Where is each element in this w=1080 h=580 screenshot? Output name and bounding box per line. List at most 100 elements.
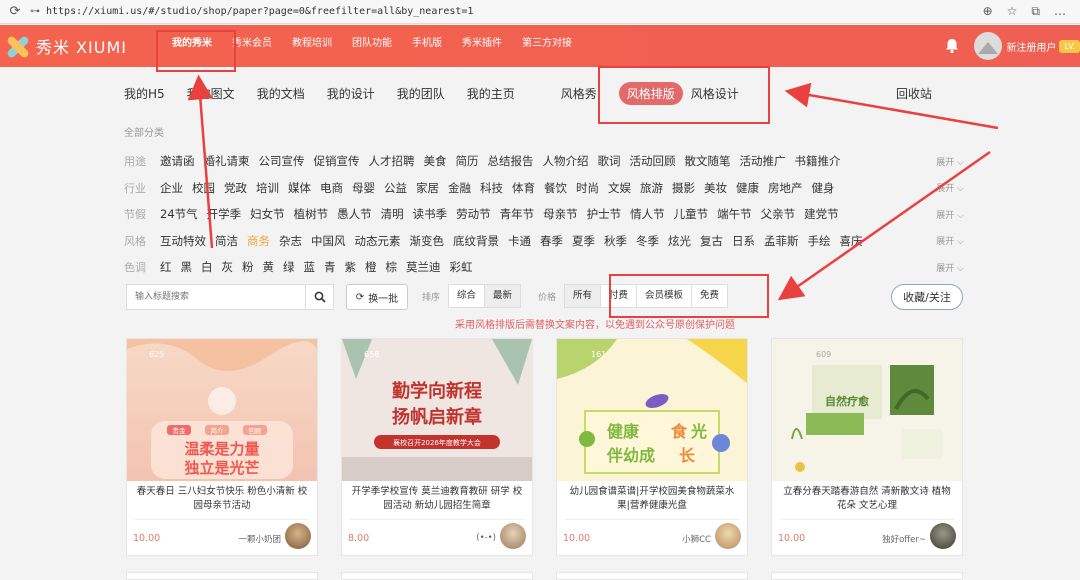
nav-tutorials[interactable]: 教程培训 <box>282 25 342 67</box>
expand-button[interactable]: 展开 ⌵ <box>928 181 964 194</box>
zoom-icon[interactable]: ⊕ <box>983 4 993 19</box>
category-tag[interactable]: 冬季 <box>636 233 659 249</box>
sort-option-comprehensive[interactable]: 综合 <box>449 285 486 307</box>
category-tag[interactable]: 黄 <box>263 259 275 275</box>
category-tag[interactable]: 电商 <box>320 180 343 196</box>
category-tag[interactable]: 渐变色 <box>410 233 445 249</box>
category-tag[interactable]: 卡通 <box>508 233 531 249</box>
author-avatar[interactable] <box>930 523 956 549</box>
notification-bell-icon[interactable] <box>944 38 960 54</box>
category-tag[interactable]: 活动回顾 <box>630 153 676 169</box>
template-author[interactable]: 一颗小奶团 <box>238 533 281 545</box>
category-tag[interactable]: 青 <box>324 259 336 275</box>
category-tag[interactable]: 春季 <box>540 233 563 249</box>
subnav-recycle-bin[interactable]: 回收站 <box>896 85 932 102</box>
category-tag[interactable]: 美妆 <box>704 180 727 196</box>
user-avatar[interactable] <box>974 32 1003 60</box>
category-tag[interactable]: 旅游 <box>640 180 663 196</box>
category-tag[interactable]: 棕 <box>386 259 398 275</box>
category-tag[interactable]: 校园 <box>192 180 215 196</box>
category-tag[interactable]: 绿 <box>283 259 295 275</box>
category-tag[interactable]: 红 <box>160 259 172 275</box>
template-author[interactable]: 独好offer~ <box>882 533 926 545</box>
category-tag[interactable]: 媒体 <box>288 180 311 196</box>
template-card-next-row[interactable] <box>556 572 748 580</box>
more-menu-icon[interactable]: … <box>1054 4 1066 19</box>
all-categories-heading[interactable]: 全部分类 <box>124 124 964 139</box>
category-tag[interactable]: 金融 <box>448 180 471 196</box>
category-tag[interactable]: 日系 <box>732 233 755 249</box>
subnav-my-h5[interactable]: 我的H5 <box>124 85 165 102</box>
price-option-all[interactable]: 所有 <box>565 285 602 307</box>
subnav-my-designs[interactable]: 我的设计 <box>327 85 375 102</box>
category-tag[interactable]: 喜庆 <box>840 233 863 249</box>
category-tag[interactable]: 青年节 <box>500 206 535 222</box>
category-tag[interactable]: 底纹背景 <box>453 233 499 249</box>
template-card[interactable]: 健康 食 光 伴幼成 长 161 幼儿园食谱菜谱|开学校园美食物蔬菜水果|营养健… <box>556 338 748 556</box>
category-tag[interactable]: 父亲节 <box>761 206 796 222</box>
sort-option-newest[interactable]: 最新 <box>485 285 521 307</box>
nav-third-party[interactable]: 第三方对接 <box>512 25 582 67</box>
category-tag[interactable]: 粉 <box>242 259 254 275</box>
category-tag[interactable]: 房地产 <box>768 180 803 196</box>
category-tag[interactable]: 橙 <box>365 259 377 275</box>
template-card-next-row[interactable] <box>126 572 318 580</box>
category-tag[interactable]: 美食 <box>424 153 447 169</box>
category-tag[interactable]: 培训 <box>256 180 279 196</box>
category-tag[interactable]: 简历 <box>456 153 479 169</box>
template-card[interactable]: 勤学向新程 扬帆启新章 襄校召开2026年度教学大会 658 开学季学校宣传 莫… <box>341 338 533 556</box>
category-tag[interactable]: 白 <box>201 259 213 275</box>
category-tag[interactable]: 读书季 <box>413 206 448 222</box>
category-tag[interactable]: 灰 <box>222 259 234 275</box>
category-tag[interactable]: 公益 <box>384 180 407 196</box>
subnav-my-docs[interactable]: 我的文档 <box>257 85 305 102</box>
category-tag[interactable]: 动态元素 <box>355 233 401 249</box>
category-tag[interactable]: 开学季 <box>207 206 242 222</box>
category-tag[interactable]: 儿童节 <box>674 206 709 222</box>
category-tag[interactable]: 彩虹 <box>450 259 473 275</box>
category-tag[interactable]: 母亲节 <box>543 206 578 222</box>
follow-button[interactable]: 收藏/关注 <box>891 284 963 310</box>
category-tag[interactable]: 互动特效 <box>160 233 206 249</box>
category-tag[interactable]: 杂志 <box>279 233 302 249</box>
shuffle-button[interactable]: ⟳ 换一批 <box>346 284 408 310</box>
category-tag[interactable]: 人物介绍 <box>543 153 589 169</box>
template-author[interactable]: 小狮CC <box>682 533 711 545</box>
category-tag[interactable]: 妇女节 <box>250 206 285 222</box>
template-card-next-row[interactable] <box>341 572 533 580</box>
category-tag[interactable]: 黑 <box>181 259 193 275</box>
category-tag[interactable]: 中国风 <box>311 233 346 249</box>
category-tag[interactable]: 劳动节 <box>456 206 491 222</box>
expand-button[interactable]: 展开 ⌵ <box>928 155 964 168</box>
nav-team[interactable]: 团队功能 <box>342 25 402 67</box>
category-tag[interactable]: 时尚 <box>576 180 599 196</box>
category-tag[interactable]: 摄影 <box>672 180 695 196</box>
category-tag[interactable]: 建党节 <box>804 206 839 222</box>
category-tag[interactable]: 商务 <box>247 233 270 249</box>
subnav-my-homepage[interactable]: 我的主页 <box>467 85 515 102</box>
category-tag[interactable]: 植树节 <box>294 206 329 222</box>
author-avatar[interactable] <box>500 523 526 549</box>
category-tag[interactable]: 书籍推介 <box>795 153 841 169</box>
category-tag[interactable]: 莫兰迪 <box>406 259 441 275</box>
bookmark-star-icon[interactable]: ☆ <box>1007 4 1018 19</box>
category-tag[interactable]: 秋季 <box>604 233 627 249</box>
reload-icon[interactable]: ⟳ <box>0 4 30 19</box>
category-tag[interactable]: 家居 <box>416 180 439 196</box>
category-tag[interactable]: 情人节 <box>630 206 665 222</box>
subnav-my-team[interactable]: 我的团队 <box>397 85 445 102</box>
collections-icon[interactable]: ⧉ <box>1031 4 1040 19</box>
site-info-icon[interactable]: ⊶ <box>30 6 40 17</box>
category-tag[interactable]: 健身 <box>812 180 835 196</box>
category-tag[interactable]: 邀请函 <box>160 153 195 169</box>
category-tag[interactable]: 散文随笔 <box>685 153 731 169</box>
nav-mobile[interactable]: 手机版 <box>402 25 452 67</box>
category-tag[interactable]: 护士节 <box>587 206 622 222</box>
category-tag[interactable]: 婚礼请柬 <box>204 153 250 169</box>
author-avatar[interactable] <box>715 523 741 549</box>
category-tag[interactable]: 企业 <box>160 180 183 196</box>
category-tag[interactable]: 科技 <box>480 180 503 196</box>
expand-button[interactable]: 展开 ⌵ <box>928 208 964 221</box>
category-tag[interactable]: 歌词 <box>598 153 621 169</box>
category-tag[interactable]: 复古 <box>700 233 723 249</box>
